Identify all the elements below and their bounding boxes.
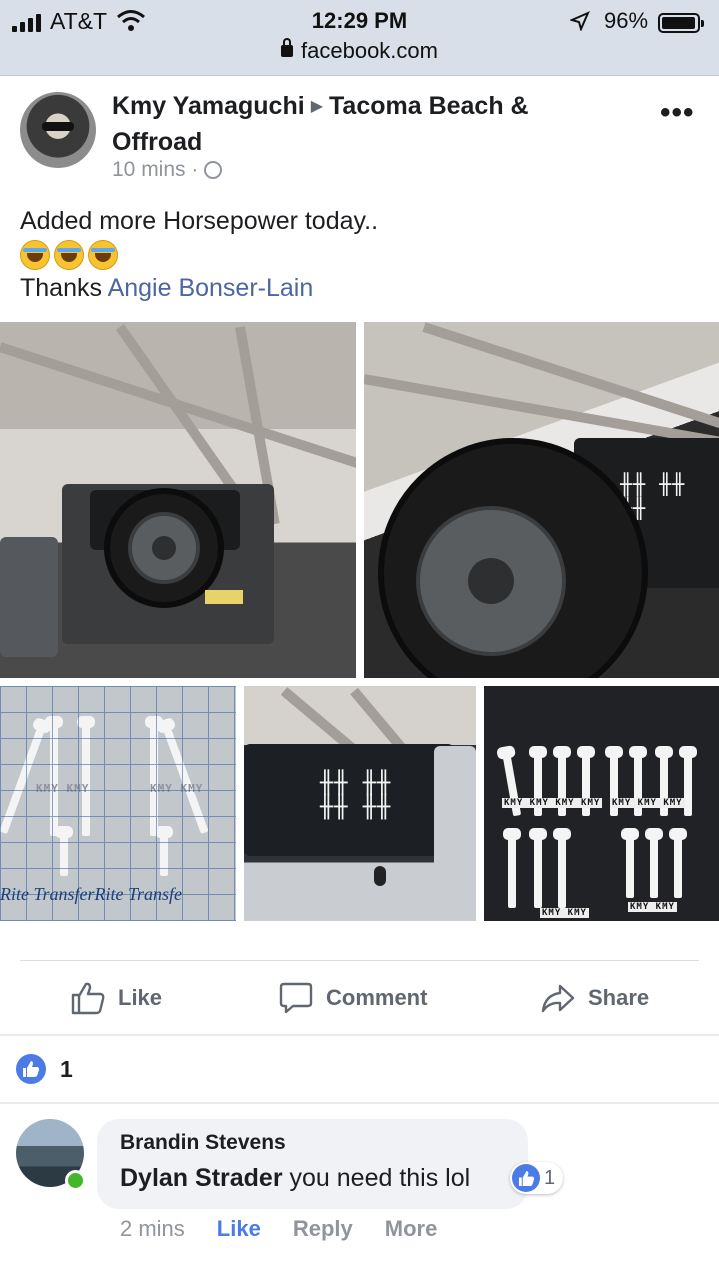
more-options-icon[interactable]: •••: [660, 96, 695, 130]
transfer-tape-print: Rite TransferRite Transfe: [0, 884, 183, 904]
like-reaction-icon: [512, 1164, 540, 1192]
lock-icon: [281, 38, 294, 57]
globe-icon: [204, 161, 223, 179]
photo-transfer-tape[interactable]: KMY KMY KMY KMY Rite TransferRite Transf…: [0, 686, 236, 921]
comment-actions: 2 mins Like Reply More: [120, 1216, 437, 1242]
online-status-indicator: [65, 1170, 86, 1191]
post-timestamp[interactable]: 10 mins: [112, 158, 186, 181]
battery-icon: [658, 13, 704, 33]
comment-bubble-icon: [279, 982, 313, 1014]
caret-right-icon: ▶: [310, 98, 323, 115]
post-author-line: Kmy Yamaguchi ▶ Tacoma Beach & Offroad: [112, 90, 592, 159]
laughing-tears-emoji-icon: [88, 240, 118, 270]
photo-spare-tire-closeup[interactable]: ╫╫ ╫╫ ╫╫: [364, 322, 719, 678]
author-name-link[interactable]: Kmy Yamaguchi: [112, 92, 305, 120]
reaction-count: 1: [60, 1055, 73, 1082]
share-label: Share: [588, 985, 650, 1010]
reaction-summary[interactable]: 1: [16, 1054, 73, 1084]
like-reaction-icon: [16, 1054, 46, 1084]
comment-more-button[interactable]: More: [385, 1216, 438, 1242]
comment-button[interactable]: Comment: [278, 976, 427, 1020]
battery-percentage: 96%: [604, 8, 649, 33]
emoji-row: [20, 239, 378, 271]
laughing-tears-emoji-icon: [54, 240, 84, 270]
laughing-tears-emoji-icon: [20, 240, 50, 270]
comment-text: Dylan Strader you need this lol: [120, 1164, 470, 1193]
address-bar[interactable]: facebook.com: [0, 38, 719, 64]
like-label: Like: [118, 985, 163, 1010]
location-arrow-icon: [570, 11, 590, 31]
comment-label: Comment: [326, 985, 428, 1010]
divider: [20, 960, 699, 961]
share-button[interactable]: Share: [540, 976, 649, 1020]
post-body: Added more Horsepower today.. Thanks Ang…: [20, 204, 378, 306]
photo-truck-window-decal[interactable]: ╫╫ ╫╫ ╫╫ ╫╫: [244, 686, 476, 921]
thanks-text: Thanks: [20, 274, 102, 302]
comment-reply-button[interactable]: Reply: [293, 1216, 353, 1242]
thumbs-up-icon: [71, 982, 105, 1015]
divider: [0, 1034, 719, 1036]
post-action-bar: Like Comment Share: [0, 976, 719, 1020]
address-bar-url: facebook.com: [301, 38, 438, 63]
browser-status-bar: AT&T 12:29 PM 96% facebook.com: [0, 0, 719, 76]
comment-mention-link[interactable]: Dylan Strader: [120, 1164, 283, 1192]
comment-reaction-count: 1: [544, 1166, 556, 1189]
author-avatar[interactable]: [20, 92, 96, 168]
mention-link[interactable]: Angie Bonser-Lain: [108, 274, 314, 302]
post-meta: 10 mins ·: [112, 158, 223, 182]
divider: [0, 1102, 719, 1104]
comment-body: you need this lol: [282, 1164, 471, 1192]
post-text-line: Added more Horsepower today..: [20, 207, 379, 235]
photo-fj-cruiser-rear[interactable]: [0, 322, 356, 678]
commenter-name[interactable]: Brandin Stevens: [120, 1131, 286, 1155]
share-arrow-icon: [541, 984, 575, 1013]
like-button[interactable]: Like: [70, 976, 162, 1020]
comment-like-button[interactable]: Like: [217, 1216, 261, 1242]
comment-reaction-badge[interactable]: 1: [510, 1162, 564, 1194]
photo-key-decals[interactable]: KMY KMY KMY KMY KMY KMY KMY KMY KMY KMY …: [484, 686, 719, 921]
comment-timestamp[interactable]: 2 mins: [120, 1216, 185, 1242]
